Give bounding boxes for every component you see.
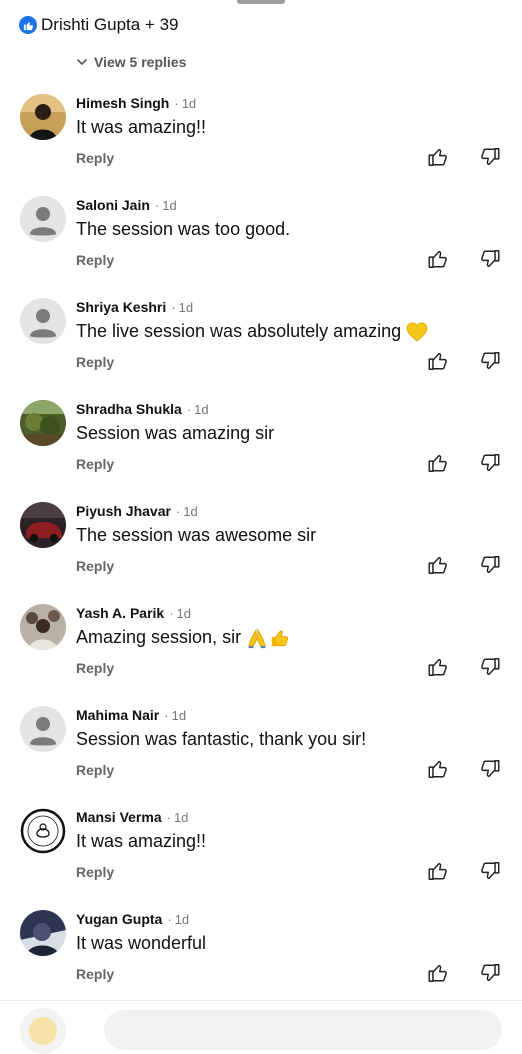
meta-separator: · bbox=[186, 401, 192, 417]
comment-text: The session was awesome sir bbox=[76, 525, 317, 545]
sheet-grab-handle[interactable] bbox=[237, 0, 285, 4]
meta-separator: · bbox=[154, 197, 160, 213]
comment-author[interactable]: Saloni Jain bbox=[76, 197, 150, 213]
comment-author[interactable]: Mahima Nair bbox=[76, 707, 159, 723]
composer-avatar bbox=[20, 1008, 66, 1054]
comment-text: Session was fantastic, thank you sir! bbox=[76, 729, 367, 749]
comment-time: 1d bbox=[178, 299, 194, 315]
reactions-summary[interactable]: Drishti Gupta + 39 bbox=[19, 13, 179, 37]
thumbs-down-icon[interactable] bbox=[479, 350, 501, 372]
meta-separator: · bbox=[166, 809, 171, 825]
reply-button[interactable]: Reply bbox=[76, 455, 114, 473]
meta-separator: · bbox=[175, 503, 181, 519]
folded-hands-emoji-icon bbox=[248, 628, 266, 649]
comment-item: Yash A. Parik · 1d Amazing session, sir … bbox=[0, 604, 522, 706]
thumbs-down-icon[interactable] bbox=[479, 554, 501, 576]
comment-time: 1d bbox=[181, 95, 197, 111]
comment-author[interactable]: Yugan Gupta bbox=[76, 911, 162, 927]
comment-author[interactable]: Shriya Keshri bbox=[76, 299, 166, 315]
reply-button[interactable]: Reply bbox=[76, 965, 114, 983]
view-replies-link[interactable]: View 5 replies bbox=[76, 52, 186, 72]
thumbs-down-icon[interactable] bbox=[479, 146, 501, 168]
meta-separator: · bbox=[171, 299, 176, 315]
comment-item: Piyush Jhavar · 1d The session was aweso… bbox=[0, 502, 522, 604]
comment-author[interactable]: Shradha Shukla bbox=[76, 401, 182, 417]
thumbs-up-icon[interactable] bbox=[427, 554, 449, 576]
avatar[interactable] bbox=[20, 910, 66, 956]
thumbs-up-icon[interactable] bbox=[427, 248, 449, 270]
reply-button[interactable]: Reply bbox=[76, 761, 114, 779]
comment-time: 1d bbox=[171, 707, 187, 723]
thumbs-down-icon[interactable] bbox=[479, 452, 501, 474]
add-comment-input[interactable] bbox=[104, 1010, 502, 1050]
avatar[interactable] bbox=[20, 400, 66, 446]
thumbs-up-icon[interactable] bbox=[427, 962, 449, 984]
thumbs-up-icon[interactable] bbox=[427, 350, 449, 372]
comment-author[interactable]: Himesh Singh bbox=[76, 95, 169, 111]
yellow-heart-emoji-icon bbox=[406, 322, 428, 342]
avatar[interactable] bbox=[20, 94, 66, 140]
comment-item: Mansi Verma · 1d It was amazing!! Reply bbox=[0, 808, 522, 910]
comment-author[interactable]: Piyush Jhavar bbox=[76, 503, 171, 519]
avatar[interactable] bbox=[20, 196, 66, 242]
reactions-text: Drishti Gupta + 39 bbox=[41, 15, 179, 34]
thumbs-up-icon[interactable] bbox=[427, 860, 449, 882]
comment-time: 1d bbox=[176, 605, 192, 621]
comment-item: Shriya Keshri · 1d The live session was … bbox=[0, 298, 522, 400]
comment-item: Yugan Gupta · 1d It was wonderful Reply bbox=[0, 910, 522, 1012]
reply-button[interactable]: Reply bbox=[76, 557, 114, 575]
person-silhouette-icon bbox=[30, 309, 56, 338]
reply-button[interactable]: Reply bbox=[76, 149, 114, 167]
comment-text-row: The live session was absolutely amazing bbox=[76, 319, 428, 343]
thumbs-down-icon[interactable] bbox=[479, 758, 501, 780]
comment-time: 1d bbox=[162, 197, 177, 213]
comment-text: Session was amazing sir bbox=[76, 423, 275, 443]
thumbs-up-icon[interactable] bbox=[427, 146, 449, 168]
like-badge-icon bbox=[19, 16, 37, 34]
reply-button[interactable]: Reply bbox=[76, 659, 114, 677]
thumbs-up-icon[interactable] bbox=[427, 758, 449, 780]
thumbs-down-icon[interactable] bbox=[479, 656, 501, 678]
comment-author[interactable]: Mansi Verma bbox=[76, 809, 162, 825]
thumbs-down-icon[interactable] bbox=[479, 962, 501, 984]
reply-button[interactable]: Reply bbox=[76, 353, 114, 371]
thumbs-down-icon[interactable] bbox=[479, 860, 501, 882]
meta-separator: · bbox=[169, 605, 174, 621]
view-replies-label: View 5 replies bbox=[94, 54, 187, 70]
person-silhouette-icon bbox=[30, 717, 56, 746]
reply-button[interactable]: Reply bbox=[76, 863, 114, 881]
comment-author[interactable]: Yash A. Parik bbox=[76, 605, 164, 621]
thumbs-up-icon[interactable] bbox=[427, 656, 449, 678]
chevron-down-icon bbox=[77, 59, 87, 66]
comment-item: Saloni Jain · 1d The session was too goo… bbox=[0, 196, 522, 298]
meta-separator: · bbox=[167, 911, 172, 927]
avatar[interactable] bbox=[20, 502, 66, 548]
comment-time: 1d bbox=[194, 401, 209, 417]
comment-text: It was amazing!! bbox=[76, 117, 207, 137]
comment-item: Shradha Shukla · 1d Session was amazing … bbox=[0, 400, 522, 502]
comment-text: The session was too good. bbox=[76, 219, 291, 239]
meta-separator: · bbox=[164, 707, 169, 723]
reply-button[interactable]: Reply bbox=[76, 251, 114, 269]
comment-time: 1d bbox=[173, 809, 189, 825]
comment-text: It was wonderful bbox=[76, 933, 207, 953]
comment-text-row: Amazing session, sir bbox=[76, 625, 291, 649]
thumbs-down-icon[interactable] bbox=[479, 248, 501, 270]
person-silhouette-icon bbox=[30, 207, 56, 236]
comment-item: Mahima Nair · 1d Session was fantastic, … bbox=[0, 706, 522, 808]
thumbs-up-emoji-icon bbox=[271, 630, 289, 647]
meta-separator: · bbox=[174, 95, 179, 111]
comment-text: Amazing session, sir bbox=[76, 627, 242, 647]
avatar[interactable] bbox=[20, 808, 66, 854]
avatar[interactable] bbox=[20, 706, 66, 752]
comment-text: It was amazing!! bbox=[76, 831, 207, 851]
thumbs-up-icon[interactable] bbox=[427, 452, 449, 474]
comment-text: The live session was absolutely amazing bbox=[76, 321, 402, 341]
avatar[interactable] bbox=[20, 298, 66, 344]
comment-time: 1d bbox=[183, 503, 198, 519]
comment-time: 1d bbox=[174, 911, 190, 927]
avatar[interactable] bbox=[20, 604, 66, 650]
comment-item: Himesh Singh · 1d It was amazing!! Reply bbox=[0, 94, 522, 196]
